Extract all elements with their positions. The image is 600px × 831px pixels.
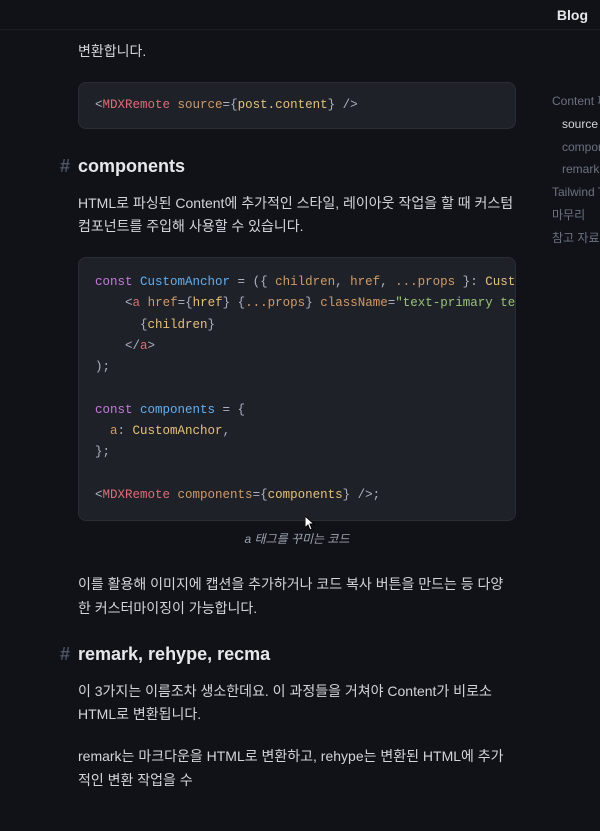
heading-remark-rehype-recma: # remark, rehype, recma [78, 639, 516, 670]
code-caption: a 태그를 꾸미는 코드 [78, 529, 516, 549]
code-block-custom-anchor: const CustomAnchor = ({ children, href, … [78, 257, 516, 521]
intro-paragraph-tail: 변환합니다. [78, 40, 516, 64]
code-token: > [148, 339, 156, 353]
code-token: href [193, 296, 223, 310]
remark-paragraph-2: remark는 마크다운을 HTML로 변환하고, rehype는 변환된 HT… [78, 745, 516, 793]
table-of-contents: Content 파 source compon remark, Tailwind… [552, 90, 600, 250]
code-token [230, 296, 238, 310]
code-token: a [140, 339, 148, 353]
toc-item-references[interactable]: 참고 자료 [552, 227, 600, 250]
code-token: className [320, 296, 388, 310]
code-token: a [110, 424, 118, 438]
code-token [95, 424, 110, 438]
heading-title: remark, rehype, recma [78, 639, 270, 670]
code-token: = [215, 403, 238, 417]
code-token: = [230, 275, 253, 289]
code-token [95, 339, 125, 353]
code-token: < [95, 98, 103, 112]
code-token: = [223, 98, 231, 112]
code-token: post.content [238, 98, 328, 112]
code-token: : [470, 275, 485, 289]
code-token: } [223, 296, 231, 310]
toc-item-components[interactable]: compon [552, 136, 600, 159]
code-token: : [118, 424, 133, 438]
code-block-mdxremote-source: <MDXRemote source={post.content} /> [78, 82, 516, 129]
nav-blog-link[interactable]: Blog [557, 7, 588, 23]
code-token: href [350, 275, 380, 289]
heading-components: # components [78, 151, 516, 182]
code-token: } [305, 296, 313, 310]
code-token: ...props [245, 296, 305, 310]
code-token: children [275, 275, 335, 289]
code-token: { [185, 296, 193, 310]
code-token: CustomAnchorProps [485, 275, 516, 289]
code-token: const [95, 403, 133, 417]
code-token: href [148, 296, 178, 310]
code-token: ); [95, 360, 110, 374]
hash-icon: # [60, 639, 70, 670]
code-token: }; [95, 445, 110, 459]
code-token: , [380, 275, 395, 289]
code-token: } [455, 275, 470, 289]
code-token: MDXRemote [103, 488, 171, 502]
code-token: source [170, 98, 223, 112]
code-token [95, 296, 125, 310]
code-token: , [223, 424, 231, 438]
article-content: 변환합니다. <MDXRemote source={post.content} … [0, 30, 536, 831]
code-token: components [178, 488, 253, 502]
toc-item-tailwind[interactable]: Tailwind T [552, 181, 600, 204]
code-token: MDXRemote [103, 98, 171, 112]
hash-icon: # [60, 151, 70, 182]
code-token: { [260, 275, 275, 289]
toc-item-content[interactable]: Content 파 [552, 90, 600, 113]
code-token: const [95, 275, 133, 289]
code-token: "text-primary text-sm break-keep" [395, 296, 516, 310]
code-token: ; [373, 488, 381, 502]
remark-paragraph-1: 이 3가지는 이름조차 생소한데요. 이 과정들을 거쳐야 Content가 비… [78, 680, 516, 728]
components-paragraph: HTML로 파싱된 Content에 추가적인 스타일, 레이아웃 작업을 할 … [78, 192, 516, 240]
code-token [95, 318, 140, 332]
topbar: Blog [0, 0, 600, 30]
code-token: { [260, 488, 268, 502]
code-token: a [133, 296, 141, 310]
code-token: CustomAnchor [133, 424, 223, 438]
code-token: components [133, 403, 216, 417]
code-token: = [178, 296, 186, 310]
code-token: ...props [395, 275, 455, 289]
code-token: ( [253, 275, 261, 289]
customizing-paragraph: 이를 활용해 이미지에 캡션을 추가하거나 코드 복사 버튼을 만드는 등 다양… [78, 573, 516, 621]
heading-title: components [78, 151, 185, 182]
code-token: } [328, 98, 336, 112]
code-token: /> [335, 98, 358, 112]
code-token: </ [125, 339, 140, 353]
code-token: CustomAnchor [133, 275, 231, 289]
code-token: /> [350, 488, 373, 502]
code-token: { [238, 403, 246, 417]
code-token [170, 488, 178, 502]
code-token: , [335, 275, 350, 289]
toc-item-remark[interactable]: remark, [552, 158, 600, 181]
code-token: < [95, 488, 103, 502]
code-token: } [343, 488, 351, 502]
code-token: } [208, 318, 216, 332]
code-token: = [253, 488, 261, 502]
code-token: components [268, 488, 343, 502]
code-token [140, 296, 148, 310]
code-token: < [125, 296, 133, 310]
code-token: { [140, 318, 148, 332]
code-token: children [148, 318, 208, 332]
toc-item-source[interactable]: source [552, 113, 600, 136]
toc-item-conclusion[interactable]: 마무리 [552, 204, 600, 227]
code-token: { [230, 98, 238, 112]
